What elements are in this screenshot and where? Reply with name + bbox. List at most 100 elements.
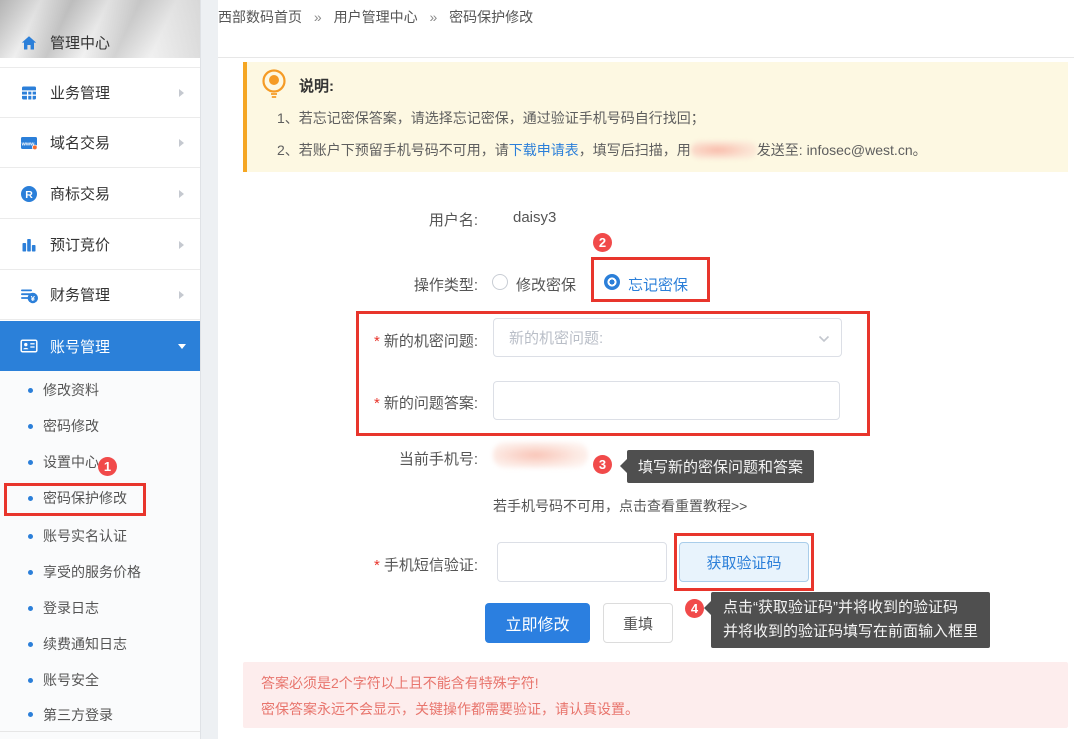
redacted-phone-blur: [493, 442, 588, 468]
username-label: 用户名:: [429, 209, 478, 230]
lightbulb-icon: [259, 68, 289, 102]
tooltip-step-4: 点击“获取验证码”并将收到的验证码 并将收到的验证码填写在前面输入框里: [711, 592, 990, 648]
breadcrumb-current: 密码保护修改: [449, 9, 533, 25]
finance-coin-icon: ¥: [20, 286, 38, 304]
trademark-r-icon: R: [20, 185, 38, 203]
bullet-icon: [28, 424, 33, 429]
home-icon: [20, 34, 38, 52]
submenu-item-label: 设置中心: [43, 452, 99, 472]
sidebar-item-finance[interactable]: ¥ 财务管理: [0, 270, 200, 320]
select-placeholder: 新的机密问题:: [509, 327, 603, 348]
bullet-icon: [28, 534, 33, 539]
business-grid-icon: [20, 84, 38, 102]
sidebar-item-label: 域名交易: [50, 132, 110, 153]
sidebar: 管理中心 业务管理 www 域名交易 R 商标交易 预订竞价 ¥ 财务管理: [0, 0, 200, 739]
new-answer-input[interactable]: [493, 381, 840, 420]
notice-line2-text: 2、若账户下预留手机号码不可用，请: [277, 142, 509, 158]
submenu-item-label: 账号实名认证: [43, 526, 127, 546]
submenu-item-login-log[interactable]: 登录日志: [0, 590, 200, 626]
sidebar-item-account-management[interactable]: 账号管理: [0, 321, 200, 371]
sidebar-item-domain-trade[interactable]: www 域名交易: [0, 118, 200, 168]
step-badge-2: 2: [593, 233, 612, 252]
radio-forgot-secret[interactable]: [604, 274, 620, 290]
svg-text:R: R: [25, 188, 33, 200]
notice-box: 说明: 1、若忘记密保答案，请选择忘记密保，通过验证手机号码自行找回； 2、若账…: [243, 62, 1068, 172]
sidebar-item-auction[interactable]: 预订竞价: [0, 220, 200, 270]
download-form-link[interactable]: 下载申请表: [509, 142, 579, 158]
auction-bars-icon: [20, 236, 38, 254]
warning-line1: 答案必须是2个字符以上且不能含有特殊字符!: [261, 673, 539, 693]
chevron-right-icon: [179, 190, 184, 198]
step-badge-3: 3: [593, 455, 612, 474]
submenu-item-password-change[interactable]: 密码修改: [0, 408, 200, 444]
bullet-icon: [28, 642, 33, 647]
radio-forgot-secret-label[interactable]: 忘记密保: [628, 274, 688, 295]
operation-type-label: 操作类型:: [414, 274, 478, 295]
warning-line2: 密保答案永远不会显示，关键操作都需要验证，请认真设置。: [261, 699, 639, 719]
submenu-item-label: 续费通知日志: [43, 634, 127, 654]
submenu-item-label: 登录日志: [43, 598, 99, 618]
new-answer-label-text: 新的问题答案:: [384, 395, 478, 412]
bullet-icon: [28, 496, 33, 501]
submenu-item-label: 享受的服务价格: [43, 562, 141, 582]
submit-button[interactable]: 立即修改: [485, 603, 590, 643]
notice-line2: 2、若账户下预留手机号码不可用，请下载申请表，填写后扫描，用 发送至: infos…: [277, 140, 927, 160]
sms-code-label: *手机短信验证:: [374, 554, 478, 575]
radio-modify-secret-label[interactable]: 修改密保: [516, 274, 576, 295]
chevron-down-icon: [817, 332, 831, 346]
sidebar-item-label: 账号管理: [50, 336, 110, 357]
bullet-icon: [28, 388, 33, 393]
chevron-right-icon: [179, 89, 184, 97]
breadcrumb-separator: »: [314, 9, 322, 25]
sms-code-input[interactable]: [497, 542, 667, 582]
bullet-icon: [28, 570, 33, 575]
sidebar-item-trademark-trade[interactable]: R 商标交易: [0, 169, 200, 219]
breadcrumb: 西部数码首页 » 用户管理中心 » 密码保护修改: [218, 7, 533, 27]
bullet-icon: [28, 606, 33, 611]
get-code-button[interactable]: 获取验证码: [679, 542, 809, 582]
bullet-icon: [28, 460, 33, 465]
submenu-item-label: 第三方登录: [43, 705, 113, 725]
submenu-item-modify-profile[interactable]: 修改资料: [0, 372, 200, 408]
notice-line2-text: 发送至: infosec@west.cn。: [757, 142, 927, 158]
phone-reset-tutorial-link[interactable]: 若手机号码不可用，点击查看重置教程>>: [493, 496, 747, 516]
sidebar-content-divider: [200, 0, 218, 739]
warning-box: 答案必须是2个字符以上且不能含有特殊字符! 密保答案永远不会显示，关键操作都需要…: [243, 662, 1068, 728]
step-badge-1: 1: [98, 457, 117, 476]
radio-modify-secret[interactable]: [492, 274, 508, 290]
breadcrumb-user-center[interactable]: 用户管理中心: [334, 9, 418, 25]
sidebar-item-label: 预订竞价: [50, 234, 110, 255]
tooltip-step-4-line2: 并将收到的验证码填写在前面输入框里: [723, 620, 978, 644]
notice-title: 说明:: [299, 75, 334, 96]
submenu-item-realname-verify[interactable]: 账号实名认证: [0, 518, 200, 554]
current-phone-label: 当前手机号:: [399, 448, 478, 469]
domain-browser-icon: www: [20, 134, 38, 152]
submenu-item-label: 账号安全: [43, 670, 99, 690]
submenu-item-label: 修改资料: [43, 380, 99, 400]
required-mark: *: [374, 395, 380, 412]
breadcrumb-home[interactable]: 西部数码首页: [218, 9, 302, 25]
panel-top-border: [218, 57, 1074, 58]
chevron-down-icon: [178, 344, 186, 349]
tooltip-step-4-line1: 点击“获取验证码”并将收到的验证码: [723, 596, 978, 620]
sidebar-item-label: 管理中心: [50, 32, 110, 53]
new-question-select[interactable]: 新的机密问题:: [493, 318, 842, 357]
sidebar-item-management-center[interactable]: 管理中心: [0, 18, 200, 68]
notice-line1: 1、若忘记密保答案，请选择忘记密保，通过验证手机号码自行找回；: [277, 108, 705, 128]
new-answer-label: *新的问题答案:: [374, 392, 478, 413]
submenu-item-label: 密码保护修改: [43, 488, 127, 508]
reset-button[interactable]: 重填: [603, 603, 673, 643]
bullet-icon: [28, 678, 33, 683]
submenu-item-thirdparty-login[interactable]: 第三方登录: [0, 698, 200, 732]
submenu-item-account-security[interactable]: 账号安全: [0, 662, 200, 698]
submenu-item-service-prices[interactable]: 享受的服务价格: [0, 554, 200, 590]
sidebar-item-business[interactable]: 业务管理: [0, 68, 200, 118]
sms-code-label-text: 手机短信验证:: [384, 557, 478, 574]
required-mark: *: [374, 557, 380, 574]
chevron-right-icon: [179, 291, 184, 299]
sidebar-item-label: 财务管理: [50, 284, 110, 305]
submenu-item-renewal-log[interactable]: 续费通知日志: [0, 626, 200, 662]
notice-line2-text: ，填写后扫描，用: [579, 142, 691, 158]
submenu-item-password-protection[interactable]: 密码保护修改: [0, 480, 200, 516]
breadcrumb-separator: »: [429, 9, 437, 25]
